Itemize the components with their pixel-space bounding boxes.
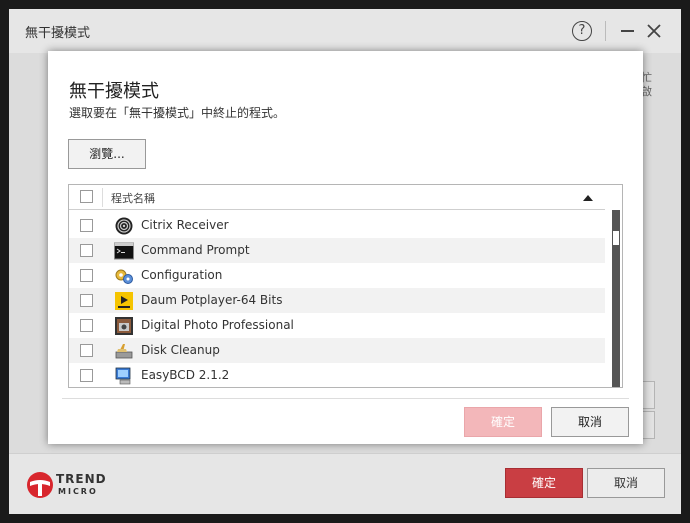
sort-ascending-icon[interactable] [583, 195, 593, 201]
command-prompt-icon [114, 242, 134, 260]
row-checkbox[interactable] [80, 244, 93, 257]
row-checkbox[interactable] [80, 319, 93, 332]
list-item[interactable]: EasyBCD 2.1.2 [69, 363, 605, 387]
footer-ok-button[interactable]: 確定 [505, 468, 583, 498]
configuration-gears-icon [115, 269, 133, 284]
dialog-divider [62, 398, 629, 399]
background-side-text: 忙 啟 [641, 71, 652, 98]
dialog-cancel-button[interactable]: 取消 [551, 407, 629, 437]
help-icon[interactable]: ? [572, 21, 592, 41]
program-name: Disk Cleanup [141, 343, 220, 357]
logo-text-micro: MICRO [58, 487, 98, 496]
trend-micro-logo-icon [27, 472, 53, 498]
footer-cancel-button[interactable]: 取消 [587, 468, 665, 498]
list-item[interactable]: Configuration [69, 263, 605, 288]
program-name: Configuration [141, 268, 223, 282]
dialog-title: 無干擾模式 [69, 81, 159, 102]
list-item[interactable]: Disk Cleanup [69, 338, 605, 363]
list-item[interactable]: Daum Potplayer-64 Bits [69, 288, 605, 313]
title-bar: 無干擾模式 ? [9, 9, 681, 53]
list-item[interactable]: Digital Photo Professional [69, 313, 605, 338]
citrix-icon [115, 217, 133, 235]
row-checkbox[interactable] [80, 294, 93, 307]
minimize-icon[interactable] [621, 30, 634, 32]
titlebar-divider [605, 21, 606, 41]
close-icon[interactable] [645, 22, 663, 40]
logo-text-trend: TREND [56, 472, 107, 486]
footer-bar: TREND MICRO 確定 取消 [9, 453, 681, 514]
window-title: 無干擾模式 [25, 26, 91, 41]
row-checkbox[interactable] [80, 269, 93, 282]
select-all-checkbox[interactable] [80, 190, 93, 203]
row-checkbox[interactable] [80, 344, 93, 357]
list-scrollbar[interactable] [605, 210, 622, 387]
browse-button[interactable]: 瀏覽... [68, 139, 146, 169]
easybcd-icon [115, 367, 131, 385]
photo-professional-icon [115, 317, 133, 335]
header-divider [102, 188, 103, 207]
list-item[interactable]: Command Prompt [69, 238, 605, 263]
program-list: 程式名稱 Citrix Receiver Command Prompt Conf… [68, 184, 623, 388]
program-name: Digital Photo Professional [141, 318, 294, 332]
row-checkbox[interactable] [80, 219, 93, 232]
column-header-program-name[interactable]: 程式名稱 [111, 190, 155, 206]
list-item[interactable]: Citrix Receiver [69, 213, 605, 238]
program-name: EasyBCD 2.1.2 [141, 368, 230, 382]
program-name: Daum Potplayer-64 Bits [141, 293, 283, 307]
list-header[interactable]: 程式名稱 [69, 185, 605, 210]
row-checkbox[interactable] [80, 369, 93, 382]
dialog-subtitle: 選取要在「無干擾模式」中終止的程式。 [69, 106, 286, 120]
scrollbar-thumb[interactable] [612, 230, 620, 246]
program-name: Citrix Receiver [141, 218, 229, 232]
potplayer-icon [115, 292, 133, 310]
distraction-free-dialog: 無干擾模式 選取要在「無干擾模式」中終止的程式。 瀏覽... 程式名稱 Citr… [48, 51, 643, 444]
program-name: Command Prompt [141, 243, 250, 257]
dialog-ok-button[interactable]: 確定 [464, 407, 542, 437]
disk-cleanup-icon [115, 344, 133, 359]
